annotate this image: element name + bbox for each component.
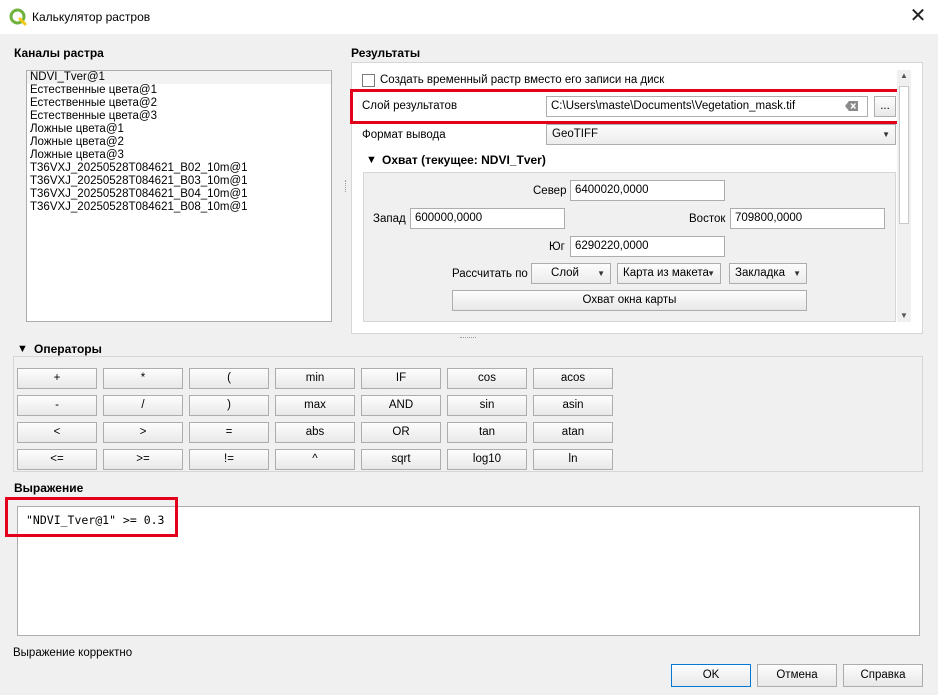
- operator-button[interactable]: OR: [361, 422, 441, 443]
- operator-button[interactable]: sin: [447, 395, 527, 416]
- collapse-triangle-icon[interactable]: ▼: [366, 154, 377, 166]
- format-combobox[interactable]: GeoTIFF ▼: [546, 124, 896, 145]
- band-item[interactable]: Естественные цвета@3: [27, 110, 331, 123]
- cancel-button[interactable]: Отмена: [757, 664, 837, 687]
- operator-button[interactable]: AND: [361, 395, 441, 416]
- temp-raster-checkbox[interactable]: [362, 74, 375, 87]
- calc-from-label: Рассчитать по: [452, 268, 528, 280]
- raster-bands-list[interactable]: NDVI_Tver@1 Естественные цвета@1 Естеств…: [26, 70, 332, 322]
- chevron-down-icon: ▼: [882, 130, 890, 139]
- operator-button[interactable]: atan: [533, 422, 613, 443]
- operator-button[interactable]: sqrt: [361, 449, 441, 470]
- scroll-up-icon[interactable]: ▲: [897, 70, 911, 82]
- layout-map-label: Карта из макета: [623, 267, 709, 279]
- north-label: Север: [533, 185, 567, 197]
- operator-button[interactable]: max: [275, 395, 355, 416]
- west-label: Запад: [373, 213, 406, 225]
- east-label: Восток: [689, 213, 726, 225]
- format-value: GeoTIFF: [552, 128, 599, 140]
- operator-button[interactable]: <: [17, 422, 97, 443]
- operator-button[interactable]: >: [103, 422, 183, 443]
- band-item[interactable]: Естественные цвета@1: [27, 84, 331, 97]
- operator-button[interactable]: -: [17, 395, 97, 416]
- map-canvas-extent-button[interactable]: Охват окна карты: [452, 290, 807, 311]
- scroll-down-icon[interactable]: ▼: [897, 310, 911, 322]
- band-item[interactable]: Ложные цвета@3: [27, 149, 331, 162]
- results-scrollbar[interactable]: ▲ ▼: [897, 70, 911, 322]
- operator-button[interactable]: IF: [361, 368, 441, 389]
- vertical-splitter[interactable]: [345, 180, 349, 192]
- help-button[interactable]: Справка: [843, 664, 923, 687]
- operator-button[interactable]: +: [17, 368, 97, 389]
- expression-label: Выражение: [14, 481, 84, 495]
- operator-button[interactable]: (: [189, 368, 269, 389]
- operator-button[interactable]: abs: [275, 422, 355, 443]
- operator-button[interactable]: *: [103, 368, 183, 389]
- operator-button[interactable]: <=: [17, 449, 97, 470]
- horizontal-splitter[interactable]: [460, 337, 476, 340]
- bookmark-button[interactable]: Закладка ▼: [729, 263, 807, 284]
- band-item[interactable]: T36VXJ_20250528T084621_B02_10m@1: [27, 162, 331, 175]
- temp-raster-label: Создать временный растр вместо его запис…: [380, 74, 665, 86]
- east-field[interactable]: 709800,0000: [730, 208, 885, 229]
- operator-button[interactable]: ln: [533, 449, 613, 470]
- south-label: Юг: [549, 241, 565, 253]
- operator-button[interactable]: log10: [447, 449, 527, 470]
- band-item[interactable]: NDVI_Tver@1: [27, 71, 331, 84]
- band-item[interactable]: Ложные цвета@2: [27, 136, 331, 149]
- operator-button[interactable]: cos: [447, 368, 527, 389]
- window-title: Калькулятор растров: [32, 10, 151, 24]
- layer-extent-button[interactable]: Слой ▼: [531, 263, 611, 284]
- band-item[interactable]: T36VXJ_20250528T084621_B04_10m@1: [27, 188, 331, 201]
- operator-button[interactable]: acos: [533, 368, 613, 389]
- output-layer-highlight: [350, 89, 902, 124]
- extent-label: Охват (текущее: NDVI_Tver): [382, 153, 546, 167]
- west-field[interactable]: 600000,0000: [410, 208, 565, 229]
- expression-highlight: [5, 497, 178, 537]
- operator-button[interactable]: /: [103, 395, 183, 416]
- layer-extent-label: Слой: [551, 267, 579, 279]
- scrollbar-thumb[interactable]: [899, 86, 909, 224]
- operator-button[interactable]: !=: [189, 449, 269, 470]
- band-item[interactable]: T36VXJ_20250528T084621_B03_10m@1: [27, 175, 331, 188]
- format-label: Формат вывода: [362, 129, 446, 141]
- operator-button[interactable]: tan: [447, 422, 527, 443]
- close-icon[interactable]: ✕: [905, 4, 931, 30]
- status-text: Выражение корректно: [13, 647, 133, 659]
- collapse-triangle-icon[interactable]: ▼: [17, 343, 28, 355]
- ok-button[interactable]: OK: [671, 664, 751, 687]
- operator-button[interactable]: ): [189, 395, 269, 416]
- band-item[interactable]: Естественные цвета@2: [27, 97, 331, 110]
- layout-map-button[interactable]: Карта из макета ▼: [617, 263, 721, 284]
- bookmark-label: Закладка: [735, 267, 785, 279]
- operator-button[interactable]: =: [189, 422, 269, 443]
- south-field[interactable]: 6290220,0000: [570, 236, 725, 257]
- results-label: Результаты: [351, 46, 421, 60]
- chevron-down-icon: ▼: [707, 269, 715, 278]
- band-item[interactable]: Ложные цвета@1: [27, 123, 331, 136]
- north-field[interactable]: 6400020,0000: [570, 180, 725, 201]
- operator-button[interactable]: >=: [103, 449, 183, 470]
- operators-label: Операторы: [34, 342, 102, 356]
- chevron-down-icon: ▼: [597, 269, 605, 278]
- raster-bands-label: Каналы растра: [14, 46, 104, 60]
- qgis-logo-icon: [9, 8, 27, 26]
- band-item[interactable]: T36VXJ_20250528T084621_B08_10m@1: [27, 201, 331, 214]
- operator-button[interactable]: ^: [275, 449, 355, 470]
- operator-button[interactable]: min: [275, 368, 355, 389]
- chevron-down-icon: ▼: [793, 269, 801, 278]
- operator-button[interactable]: asin: [533, 395, 613, 416]
